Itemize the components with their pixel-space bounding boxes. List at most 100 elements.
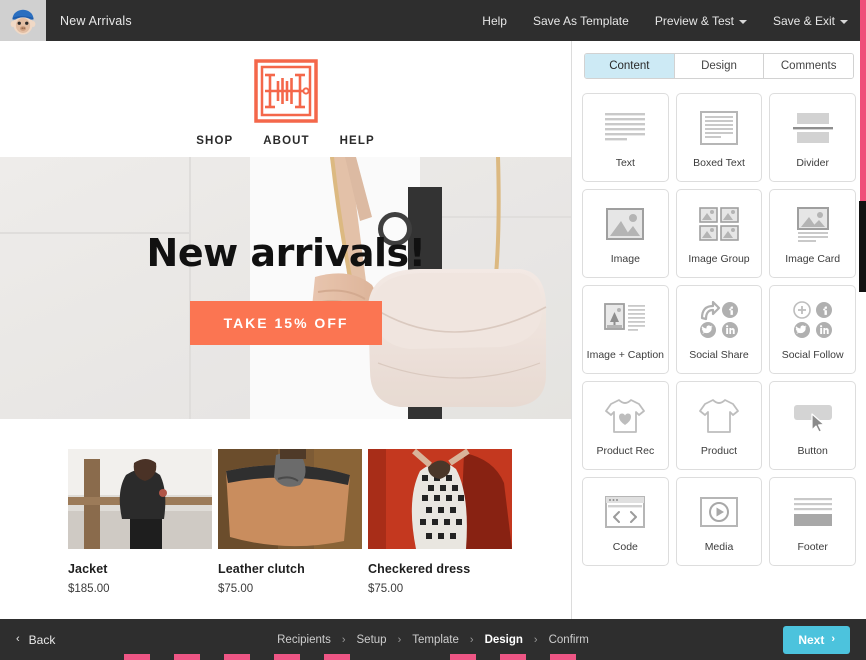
image-card-icon (791, 201, 835, 247)
panel-tabs: Content Design Comments (584, 53, 854, 79)
hero-title: New arrivals! (146, 231, 426, 275)
topnav-save-as-template-label: Save As Template (532, 13, 629, 28)
topnav-preview-and-test[interactable]: Preview & Test (655, 14, 747, 28)
topnav-save-as-template[interactable]: Save As Template (533, 14, 629, 28)
hero-image-block[interactable]: New arrivals! TAKE 15% OFF (0, 157, 571, 419)
product-card[interactable]: Jacket $185.00 (68, 449, 212, 595)
topnav-help-label: Help (482, 13, 507, 28)
brand-square-logo-icon (253, 59, 318, 123)
block-label: Image + Caption (586, 348, 664, 361)
mailchimp-freddie-icon (10, 9, 36, 34)
block-text[interactable]: Text (582, 93, 669, 182)
tab-content[interactable]: Content (585, 54, 675, 78)
topnav-preview-and-test-label: Preview & Test (654, 13, 734, 28)
product-card[interactable]: Leather clutch $75.00 (218, 449, 362, 595)
topnav-save-and-exit[interactable]: Save & Exit (773, 14, 848, 28)
footer-icon (791, 489, 835, 535)
product-image (68, 449, 212, 549)
block-label: Footer (797, 540, 828, 553)
product-name: Jacket (68, 562, 108, 576)
hero-overlay: New arrivals! TAKE 15% OFF (0, 157, 571, 419)
block-label: Image Group (688, 252, 750, 265)
topnav-save-and-exit-label: Save & Exit (772, 13, 835, 28)
block-image[interactable]: Image (582, 189, 669, 278)
product-image (218, 449, 362, 549)
code-brackets-icon (602, 489, 648, 535)
tab-comments[interactable]: Comments (764, 54, 853, 78)
block-label: Button (797, 444, 828, 457)
product-name: Leather clutch (218, 562, 305, 576)
breadcrumb-step-recipients[interactable]: Recipients (277, 634, 331, 646)
boxed-text-icon (697, 105, 741, 151)
email-nav: SHOP ABOUT HELP (196, 135, 374, 147)
product-name: Checkered dress (368, 562, 471, 576)
content-panel: Content Design Comments Text Boxed Text … (572, 41, 866, 619)
button-cursor-icon (789, 393, 837, 439)
block-label: Image (610, 252, 640, 265)
top-nav: Help Save As Template Preview & Test Sav… (482, 14, 866, 28)
block-product[interactable]: Product (675, 381, 763, 470)
tshirt-icon (698, 393, 740, 439)
breadcrumb-step-design[interactable]: Design (485, 634, 523, 646)
breadcrumb-step-template[interactable]: Template (412, 634, 459, 646)
breadcrumb-step-setup[interactable]: Setup (357, 634, 387, 646)
image-caption-icon (603, 297, 647, 343)
bottom-edge-markers (0, 654, 866, 660)
image-group-icon (697, 201, 741, 247)
block-label: Media (704, 540, 734, 553)
block-divider[interactable]: Divider (769, 93, 856, 182)
tab-design[interactable]: Design (674, 54, 765, 78)
block-social-share[interactable]: Social Share (675, 285, 763, 374)
back-button-label: Back (28, 632, 56, 647)
product-price: $75.00 (368, 583, 404, 595)
block-image-caption[interactable]: Image + Caption (582, 285, 669, 374)
block-image-group[interactable]: Image Group (675, 189, 763, 278)
product-price: $185.00 (68, 583, 110, 595)
block-label: Image Card (785, 252, 841, 265)
block-boxed-text[interactable]: Boxed Text (675, 93, 763, 182)
block-label: Social Share (689, 348, 749, 361)
email-nav-about[interactable]: ABOUT (263, 135, 309, 147)
block-product-rec[interactable]: Product Rec (582, 381, 669, 470)
block-image-card[interactable]: Image Card (769, 189, 856, 278)
campaign-title: New Arrivals (60, 13, 132, 28)
right-scrollbar-thumb[interactable] (859, 201, 866, 292)
next-button[interactable]: Next › (783, 625, 850, 654)
block-label: Divider (796, 156, 829, 169)
block-label: Text (615, 156, 635, 169)
email-canvas[interactable]: SHOP ABOUT HELP New arrivals! TAKE 15% O… (0, 41, 572, 619)
back-button[interactable]: ‹ Back (16, 633, 55, 647)
chevron-down-icon (738, 19, 747, 24)
mailchimp-email-designer: New Arrivals Help Save As Template Previ… (0, 0, 866, 660)
product-image (368, 449, 512, 549)
next-button-label: Next (798, 632, 825, 647)
text-lines-icon (603, 105, 647, 151)
block-label: Boxed Text (693, 156, 745, 169)
block-code[interactable]: Code (582, 477, 669, 566)
block-social-follow[interactable]: Social Follow (769, 285, 856, 374)
chevron-right-icon: › (831, 633, 835, 645)
block-palette: Text Boxed Text Divider Image Image Grou… (582, 93, 856, 566)
social-follow-icon (791, 297, 835, 343)
media-play-icon (696, 489, 742, 535)
chevron-down-icon (840, 19, 848, 24)
top-bar: New Arrivals Help Save As Template Previ… (0, 0, 866, 41)
product-grid-block[interactable]: Jacket $185.00 Leather clutch $75.00 Che… (0, 419, 571, 595)
block-label: Code (612, 540, 638, 553)
block-label: Product Rec (596, 444, 655, 457)
hero-cta-button[interactable]: TAKE 15% OFF (189, 301, 383, 345)
divider-icon (791, 105, 835, 151)
breadcrumb-separator: › (469, 633, 474, 646)
block-button[interactable]: Button (769, 381, 856, 470)
topnav-help[interactable]: Help (482, 14, 507, 28)
block-label: Product (700, 444, 738, 457)
block-footer[interactable]: Footer (769, 477, 856, 566)
product-card[interactable]: Checkered dress $75.00 (368, 449, 512, 595)
email-nav-shop[interactable]: SHOP (196, 135, 233, 147)
email-header-block[interactable]: SHOP ABOUT HELP (0, 41, 571, 157)
breadcrumb-separator: › (397, 633, 402, 646)
breadcrumb-step-confirm[interactable]: Confirm (549, 634, 589, 646)
email-nav-help[interactable]: HELP (340, 135, 375, 147)
block-media[interactable]: Media (675, 477, 763, 566)
mailchimp-logo-tile[interactable] (0, 0, 46, 41)
